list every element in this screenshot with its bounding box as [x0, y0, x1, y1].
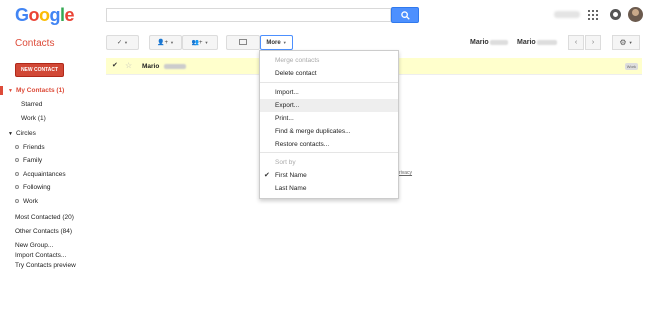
search-icon: [401, 11, 410, 20]
more-dropdown-menu: Merge contacts Delete contact Import... …: [259, 50, 399, 199]
new-contact-button[interactable]: NEW CONTACT: [15, 63, 64, 77]
notifications-icon[interactable]: [610, 9, 621, 20]
apps-grid-icon[interactable]: [588, 10, 598, 20]
select-button[interactable]: ✓ ▼: [106, 35, 139, 50]
checkbox-icon: ✓: [117, 40, 123, 46]
menu-divider: [260, 82, 398, 83]
group-tag: Work: [624, 63, 638, 70]
sidebar-item-work[interactable]: Work (1): [21, 115, 46, 122]
chevron-down-icon: ▼: [170, 40, 174, 45]
menu-item-sort-first-name[interactable]: First Name: [275, 172, 307, 179]
try-preview-link[interactable]: Try Contacts preview: [15, 262, 76, 269]
menu-item-delete-contact[interactable]: Delete contact: [275, 70, 317, 77]
more-button[interactable]: More ▼: [260, 35, 293, 50]
star-icon[interactable]: ☆: [125, 61, 132, 70]
sidebar-item-friends[interactable]: Friends: [15, 144, 45, 151]
sidebar-item-my-contacts[interactable]: ▼ My Contacts (1): [8, 87, 64, 94]
circle-icon: [15, 185, 19, 190]
app-title[interactable]: Contacts: [15, 38, 54, 49]
menu-item-sort-last-name[interactable]: Last Name: [275, 185, 306, 192]
circle-icon: [15, 158, 19, 163]
sidebar-item-other-contacts[interactable]: Other Contacts (84): [15, 228, 72, 235]
sidebar-item-family[interactable]: Family: [15, 157, 42, 164]
redacted-surname: [164, 64, 186, 69]
contact-name: Mario: [142, 63, 160, 70]
sidebar-item-label: Circles: [15, 130, 36, 137]
sidebar-item-acquaintances[interactable]: Acquaintances: [15, 171, 66, 178]
add-person-icon: 👤+: [157, 40, 168, 46]
menu-item-export[interactable]: Export...: [275, 102, 299, 109]
settings-button[interactable]: ⚙ ▼: [612, 35, 640, 50]
chevron-down-icon: ▼: [204, 40, 209, 45]
contact-name-1: Mario: [470, 39, 489, 46]
expand-triangle-icon: ▼: [8, 88, 13, 94]
checkbox-checked-icon[interactable]: ✔: [112, 61, 118, 69]
menu-item-restore[interactable]: Restore contacts...: [275, 141, 329, 148]
avatar[interactable]: [628, 7, 643, 22]
chevron-down-icon: ▼: [628, 40, 633, 45]
search-button[interactable]: [391, 7, 419, 23]
search-input[interactable]: [106, 8, 391, 22]
privacy-link[interactable]: rivacy: [399, 170, 412, 176]
add-group-icon: 👥+: [191, 40, 203, 46]
mail-icon: [239, 39, 247, 45]
sidebar-item-label: My Contacts (1): [15, 87, 65, 94]
menu-item-import[interactable]: Import...: [275, 89, 299, 96]
menu-item-merge-contacts: Merge contacts: [275, 57, 320, 64]
menu-item-find-merge[interactable]: Find & merge duplicates...: [275, 128, 351, 135]
menu-item-print[interactable]: Print...: [275, 115, 294, 122]
contacts-page: Google Contacts ✓ ▼ 👤+ ▼ 👥+ ▼ More ▼ Mar…: [0, 0, 650, 312]
more-label: More: [266, 39, 281, 46]
circle-icon: [15, 145, 19, 150]
menu-divider: [260, 152, 398, 153]
checkmark-icon: ✔: [264, 172, 270, 179]
active-indicator: [0, 86, 3, 95]
chevron-right-icon: ›: [591, 39, 595, 46]
sidebar-item-starred[interactable]: Starred: [21, 101, 42, 108]
add-to-group-button[interactable]: 👥+ ▼: [182, 35, 218, 50]
sidebar-item-most-contacted[interactable]: Most Contacted (20): [15, 214, 74, 221]
new-group-link[interactable]: New Group...: [15, 242, 53, 249]
circle-icon: [15, 172, 19, 177]
redacted-name-2: [537, 40, 557, 45]
redacted-name-1: [490, 40, 508, 45]
contact-name-2: Mario: [517, 39, 536, 46]
account-name[interactable]: [554, 11, 580, 18]
google-logo[interactable]: Google: [15, 6, 75, 24]
next-button[interactable]: ›: [585, 35, 601, 50]
chevron-left-icon: ‹: [574, 39, 578, 46]
menu-section-sort-by: Sort by: [275, 159, 296, 166]
gear-icon: ⚙: [619, 38, 627, 47]
prev-button[interactable]: ‹: [568, 35, 584, 50]
chevron-down-icon: ▼: [282, 40, 287, 45]
import-contacts-link[interactable]: Import Contacts...: [15, 252, 66, 259]
chevron-down-icon: ▼: [124, 40, 128, 45]
sidebar-item-circles[interactable]: ▼ Circles: [8, 130, 36, 137]
expand-triangle-icon: ▼: [8, 131, 13, 137]
circle-icon: [15, 199, 19, 204]
sidebar-item-following[interactable]: Following: [15, 184, 50, 191]
add-to-contacts-button[interactable]: 👤+ ▼: [149, 35, 182, 50]
sidebar-item-circle-work[interactable]: Work: [15, 198, 38, 205]
